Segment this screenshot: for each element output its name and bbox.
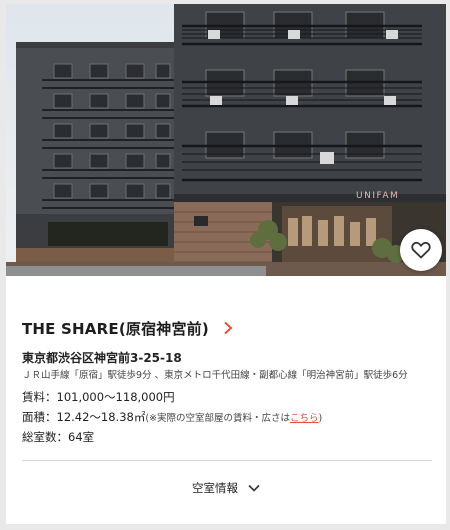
vacant-room-details-link[interactable]: こちら <box>290 413 319 424</box>
area-value: 面積：12.42〜18.38㎡ <box>22 410 146 424</box>
property-area: 面積：12.42〜18.38㎡(※実際の空室部屋の賃料・広さはこちら) <box>22 409 322 425</box>
favorite-button[interactable] <box>400 229 442 271</box>
chevron-down-icon <box>248 484 260 492</box>
area-note-suffix: ) <box>318 413 323 424</box>
heart-outline-icon <box>411 241 431 259</box>
property-title-link[interactable]: THE SHARE(原宿神宮前) <box>22 315 233 341</box>
divider <box>22 460 432 461</box>
property-rent: 賃料：101,000〜118,000円 <box>22 390 175 404</box>
property-room-count: 総室数：64室 <box>22 430 95 444</box>
vacancy-info-label: 空室情報 <box>192 481 238 495</box>
shop-sign-text: UNIFAM <box>356 191 399 201</box>
property-access: ＪＲ山手線「原宿」駅徒歩9分 、東京メトロ千代田線・副都心線「明治神宮前」駅徒歩… <box>22 370 408 381</box>
property-card: UNIFAM THE SHARE(原宿神宮前) 東京都渋谷区神宮前3-25-18… <box>6 4 446 524</box>
property-address: 東京都渋谷区神宮前3-25-18 <box>22 351 182 365</box>
building-photo-illustration: UNIFAM <box>6 4 446 276</box>
chevron-right-icon <box>223 321 233 335</box>
property-photo[interactable]: UNIFAM <box>6 4 446 276</box>
property-title: THE SHARE(原宿神宮前) <box>22 319 209 338</box>
vacancy-info-toggle[interactable]: 空室情報 <box>6 480 446 496</box>
area-note-prefix: (※実際の空室部屋の賃料・広さは <box>145 413 291 424</box>
